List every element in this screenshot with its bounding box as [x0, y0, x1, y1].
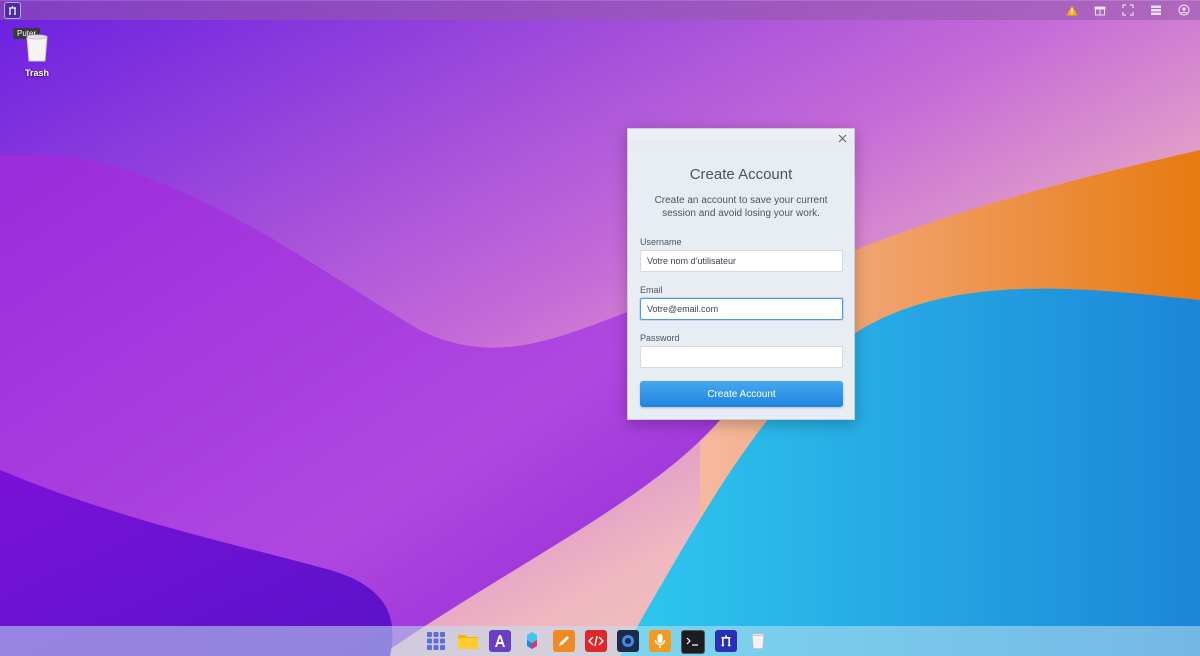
email-label: Email	[640, 285, 663, 295]
app-launcher-icon[interactable]	[425, 630, 447, 652]
draw-icon[interactable]	[553, 630, 575, 652]
puter-logo-icon[interactable]	[4, 2, 21, 19]
email-field[interactable]	[640, 298, 843, 320]
username-field[interactable]	[640, 250, 843, 272]
dialog-titlebar[interactable]	[628, 129, 854, 147]
close-icon	[838, 134, 846, 142]
desktop-icon-trash[interactable]: Trash	[17, 34, 57, 78]
dialog-description: Create an account to save your current s…	[654, 195, 828, 219]
desktop-icon-label: Trash	[24, 68, 49, 78]
warning-icon[interactable]	[1064, 2, 1080, 18]
desktop-wallpaper	[0, 0, 1200, 656]
files-icon[interactable]	[457, 630, 479, 652]
top-bar	[0, 0, 1200, 20]
trash-icon	[26, 34, 48, 62]
trash-icon[interactable]	[747, 630, 769, 652]
dev-center-icon[interactable]	[521, 630, 543, 652]
code-icon[interactable]	[585, 630, 607, 652]
password-label: Password	[640, 333, 680, 343]
camera-icon[interactable]	[617, 630, 639, 652]
taskbar	[0, 626, 1200, 656]
terminal-icon[interactable]	[681, 630, 705, 654]
password-field[interactable]	[640, 346, 843, 368]
create-account-button[interactable]: Create Account	[640, 381, 843, 407]
system-tray	[1064, 2, 1192, 18]
grid-list-icon[interactable]	[1148, 2, 1164, 18]
gift-icon[interactable]	[1092, 2, 1108, 18]
close-button[interactable]	[835, 131, 849, 145]
dialog-title: Create Account	[689, 166, 793, 183]
create-account-dialog: Create Account Create an account to save…	[627, 128, 855, 420]
editor-icon[interactable]	[489, 630, 511, 652]
recorder-icon[interactable]	[649, 630, 671, 652]
puter-icon[interactable]	[715, 630, 737, 652]
dock	[425, 630, 769, 654]
fullscreen-icon[interactable]	[1120, 2, 1136, 18]
user-icon[interactable]	[1176, 2, 1192, 18]
username-label: Username	[640, 237, 682, 247]
